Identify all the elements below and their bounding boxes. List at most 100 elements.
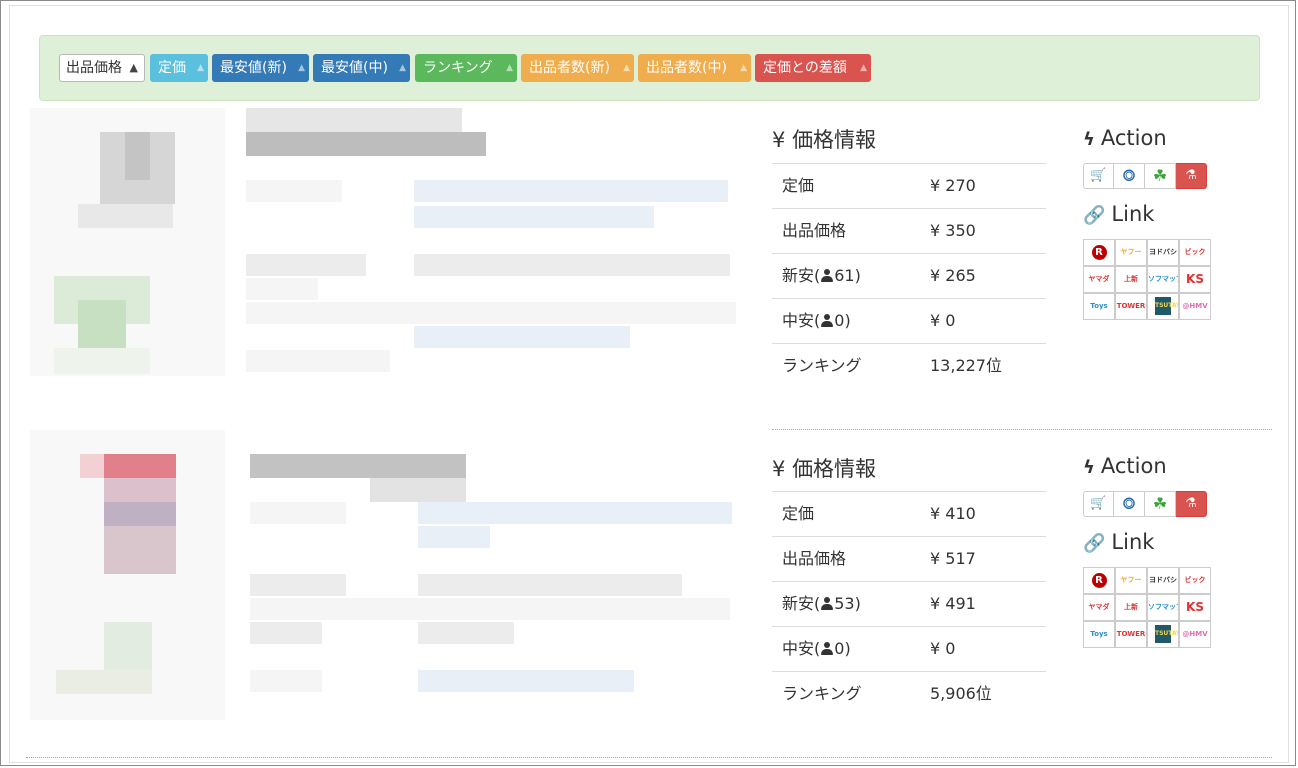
product-meta-blurred	[418, 502, 732, 524]
sort-button-label: ランキング	[423, 60, 493, 76]
price-row-value: 5,906位	[930, 684, 992, 703]
seller-count: 0	[834, 639, 845, 658]
bic-camera-icon[interactable]: ビック	[1179, 567, 1211, 594]
price-row-label: 出品価格	[782, 549, 847, 568]
tower-records-icon[interactable]: TOWER	[1115, 293, 1147, 320]
sort-button-ranking[interactable]: ランキング ▲	[415, 54, 517, 82]
flask-icon[interactable]: ⚗	[1176, 163, 1207, 189]
sort-button-list-price[interactable]: 定価 ▲	[150, 54, 208, 82]
sort-icon: ▲	[298, 63, 305, 73]
sort-button-used-lowest[interactable]: 最安値(中) ▲	[313, 54, 410, 82]
product-meta-blurred	[246, 302, 736, 324]
seller-count: 53	[834, 594, 855, 613]
product-meta-blurred	[418, 574, 682, 596]
sort-button-new-sellers[interactable]: 出品者数(新) ▲	[521, 54, 634, 82]
product-title-blurred	[370, 478, 466, 502]
price-row-value: ¥ 491	[930, 594, 976, 613]
link-icon: 🔗	[1083, 205, 1106, 226]
ks-denki-icon[interactable]: KS	[1179, 266, 1211, 293]
yamada-icon[interactable]: ヤマダ	[1083, 594, 1115, 621]
price-row-label: 新安(53)	[782, 582, 861, 626]
price-row-list: 定価 ¥ 270	[772, 163, 1046, 208]
product-meta-blurred	[414, 206, 654, 228]
cart-icon[interactable]: 🛒	[1083, 163, 1114, 189]
product-meta-blurred	[250, 670, 322, 692]
label-suffix: )	[854, 266, 861, 285]
product-thumbnail[interactable]	[30, 430, 225, 720]
price-row-value: ¥ 0	[930, 311, 956, 330]
toysrus-icon[interactable]: Toys	[1083, 293, 1115, 320]
user-icon	[820, 268, 834, 282]
link-title: 🔗 Link	[1083, 202, 1154, 226]
yamada-icon[interactable]: ヤマダ	[1083, 266, 1115, 293]
sort-button-price-diff[interactable]: 定価との差額 ▲	[755, 54, 871, 82]
sort-button-label: 最安値(中)	[321, 60, 388, 76]
joshin-icon[interactable]: 上新	[1115, 266, 1147, 293]
yodobashi-icon[interactable]: ヨドバシ	[1147, 567, 1179, 594]
price-row-used-lowest: 中安(0) ¥ 0	[772, 298, 1046, 343]
price-row-label: 定価	[782, 504, 815, 523]
tsutaya-icon[interactable]: TSUTAYA	[1147, 293, 1179, 320]
label-prefix: 新安(	[782, 594, 821, 613]
link-label: Link	[1111, 530, 1155, 554]
monitor-icon[interactable]: ⭗	[1114, 163, 1145, 189]
joshin-icon[interactable]: 上新	[1115, 594, 1147, 621]
hmv-icon[interactable]: @HMV	[1179, 621, 1211, 648]
sort-button-label: 定価との差額	[763, 60, 847, 76]
sort-button-label: 出品者数(新)	[529, 60, 610, 76]
product-meta-blurred	[418, 670, 634, 692]
ks-denki-icon[interactable]: KS	[1179, 594, 1211, 621]
action-label: Action	[1100, 454, 1167, 478]
toysrus-icon[interactable]: Toys	[1083, 621, 1115, 648]
yodobashi-icon[interactable]: ヨドバシ	[1147, 239, 1179, 266]
rakuten-logo: R	[1091, 244, 1107, 260]
sort-button-new-lowest[interactable]: 最安値(新) ▲	[212, 54, 309, 82]
product-meta-blurred	[246, 278, 318, 300]
row-divider	[772, 429, 1272, 430]
clover-icon[interactable]: ☘	[1145, 491, 1176, 517]
product-meta-blurred	[414, 180, 728, 202]
seller-count: 0	[834, 311, 845, 330]
price-row-value: ¥ 265	[930, 266, 976, 285]
hmv-icon[interactable]: @HMV	[1179, 293, 1211, 320]
sofmap-icon[interactable]: ソフマップ	[1147, 594, 1179, 621]
sort-button-label: 定価	[158, 60, 186, 76]
tower-records-icon[interactable]: TOWER	[1115, 621, 1147, 648]
action-title: ϟ Action	[1083, 454, 1167, 478]
sort-icon: ▲	[623, 63, 630, 73]
clover-icon[interactable]: ☘	[1145, 163, 1176, 189]
yen-icon: ¥	[772, 128, 786, 152]
action-buttons: 🛒 ⭗ ☘ ⚗	[1083, 491, 1207, 517]
row-divider	[26, 757, 1272, 758]
product-meta-blurred	[414, 326, 630, 348]
shop-links: R ヤフー ヨドバシ ビック ヤマダ 上新 ソフマップ KS Toys TOWE…	[1083, 567, 1213, 648]
rakuten-icon[interactable]: R	[1083, 239, 1115, 266]
bolt-icon: ϟ	[1083, 457, 1095, 478]
product-thumbnail[interactable]	[30, 108, 225, 376]
sort-select[interactable]: 出品価格 ▲	[59, 54, 145, 82]
price-table: 定価 ¥ 270 出品価格 ¥ 350 新安(61) ¥ 265 中安(0) ¥…	[772, 163, 1046, 388]
flask-icon[interactable]: ⚗	[1176, 491, 1207, 517]
product-meta-blurred	[250, 622, 322, 644]
price-row-label: 出品価格	[782, 221, 847, 240]
user-icon	[820, 641, 834, 655]
monitor-icon[interactable]: ⭗	[1114, 491, 1145, 517]
price-table: 定価 ¥ 410 出品価格 ¥ 517 新安(53) ¥ 491 中安(0) ¥…	[772, 491, 1046, 716]
yahoo-shopping-icon[interactable]: ヤフー	[1115, 567, 1147, 594]
price-row-value: ¥ 517	[930, 549, 976, 568]
yahoo-shopping-icon[interactable]: ヤフー	[1115, 239, 1147, 266]
user-icon	[820, 596, 834, 610]
rakuten-icon[interactable]: R	[1083, 567, 1115, 594]
sort-icon: ▲	[399, 63, 406, 73]
sofmap-icon[interactable]: ソフマップ	[1147, 266, 1179, 293]
tsutaya-icon[interactable]: TSUTAYA	[1147, 621, 1179, 648]
cart-icon[interactable]: 🛒	[1083, 491, 1114, 517]
price-info-title: ¥ 価格情報	[772, 453, 876, 483]
product-meta-blurred	[250, 502, 346, 524]
price-row-value: ¥ 270	[930, 176, 976, 195]
bic-camera-icon[interactable]: ビック	[1179, 239, 1211, 266]
product-title-blurred	[250, 454, 466, 478]
sort-button-label: 出品者数(中)	[646, 60, 727, 76]
sort-button-used-sellers[interactable]: 出品者数(中) ▲	[638, 54, 751, 82]
price-row-new-lowest: 新安(53) ¥ 491	[772, 581, 1046, 626]
